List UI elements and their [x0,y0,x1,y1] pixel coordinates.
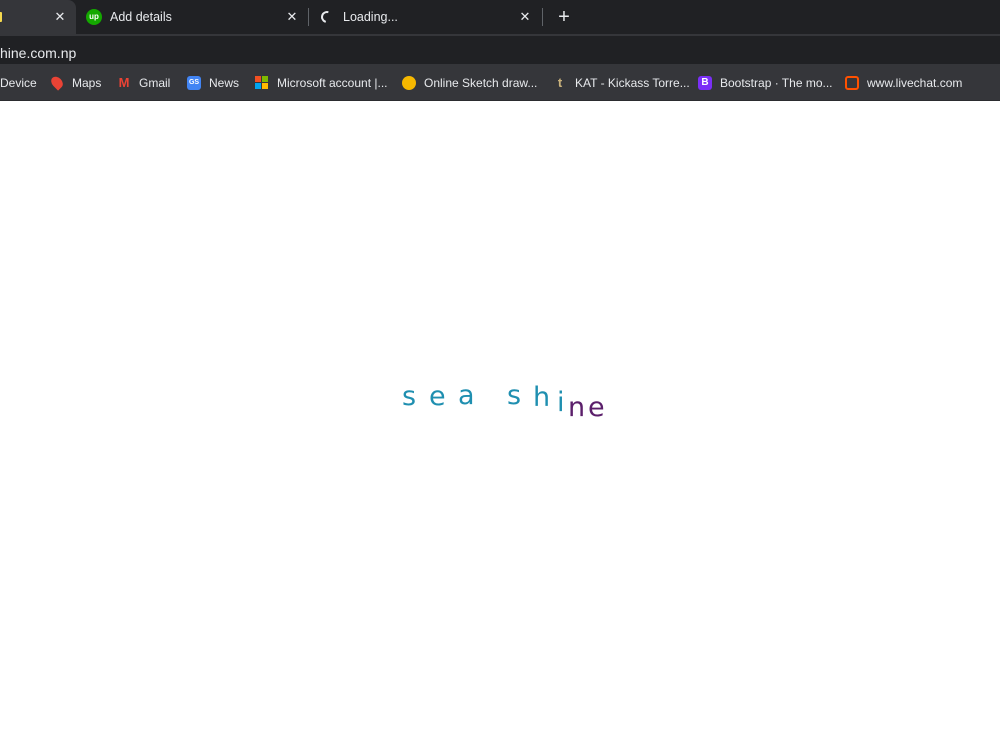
new-tab-button[interactable]: + [552,5,576,29]
bookmark-label: KAT - Kickass Torre... [575,76,690,90]
tab-separator [542,8,543,26]
bookmark-online-sketch[interactable]: Online Sketch draw... [402,74,537,92]
bookmark-kat[interactable]: t KAT - Kickass Torre... [553,74,690,92]
logo-letter: e [429,381,446,412]
bookmark-livechat[interactable]: www.livechat.com [845,74,962,92]
tab-title: Loading... [343,10,398,24]
bookmark-label: News [209,76,240,90]
browser-chrome: ✕ up Add details ✕ Loading... ✕ + hine.c… [0,0,1000,101]
bookmark-label: Gmail [139,76,171,90]
close-icon[interactable]: ✕ [284,9,300,25]
bookmark-label: Online Sketch draw... [424,76,538,90]
address-bar[interactable]: hine.com.np [0,36,1000,64]
bookmark-news[interactable]: GS News [187,74,239,92]
logo-letter: n [568,392,586,423]
microsoft-icon [255,76,269,90]
url-text[interactable]: hine.com.np [0,45,76,61]
bookmark-gmail[interactable]: M Gmail [117,74,171,92]
yellow-favicon-icon [0,9,14,25]
bookmark-label: Maps [72,76,102,90]
sea-shine-logo: s e a s h i n e [0,101,1000,750]
logo-letter: s [507,380,522,411]
tab-current[interactable]: ✕ [0,0,76,34]
logo-letter: i [557,387,565,418]
sketch-icon [402,76,416,90]
logo-letter: a [458,380,475,411]
bookmark-label: www.livechat.com [867,76,963,90]
logo-letter: h [533,382,551,413]
loading-spinner-icon [318,8,336,26]
bookmark-label: Microsoft account |... [277,76,388,90]
maps-icon [48,74,66,91]
news-icon: GS [187,76,201,90]
logo-letter: e [588,392,605,423]
bookmark-label: Bootstrap · The mo... [720,76,833,90]
bookmark-label: Device [0,76,37,90]
bookmark-bootstrap[interactable]: B Bootstrap · The mo... [698,74,833,92]
close-icon[interactable]: ✕ [517,9,533,25]
tab-strip: ✕ up Add details ✕ Loading... ✕ + [0,0,1000,34]
bookmark-maps[interactable]: Maps [48,74,102,92]
bookmark-device[interactable]: Device [0,74,37,92]
upwork-icon: up [86,9,102,25]
logo-letter: s [402,381,417,412]
toolbar: hine.com.np [0,34,1000,66]
gmail-icon: M [118,75,130,90]
tab-loading[interactable]: Loading... ✕ [309,0,541,34]
tab-add-details[interactable]: up Add details ✕ [76,0,308,34]
page-content: s e a s h i n e [0,101,1000,750]
bookmark-microsoft-account[interactable]: Microsoft account |... [255,74,388,92]
livechat-icon [845,76,859,90]
kat-icon: t [557,75,563,90]
tab-title: Add details [110,10,172,24]
close-icon[interactable]: ✕ [52,9,68,25]
bookmarks-bar: Device Maps M Gmail GS News Microsoft ac… [0,66,1000,101]
bootstrap-icon: B [698,76,712,90]
